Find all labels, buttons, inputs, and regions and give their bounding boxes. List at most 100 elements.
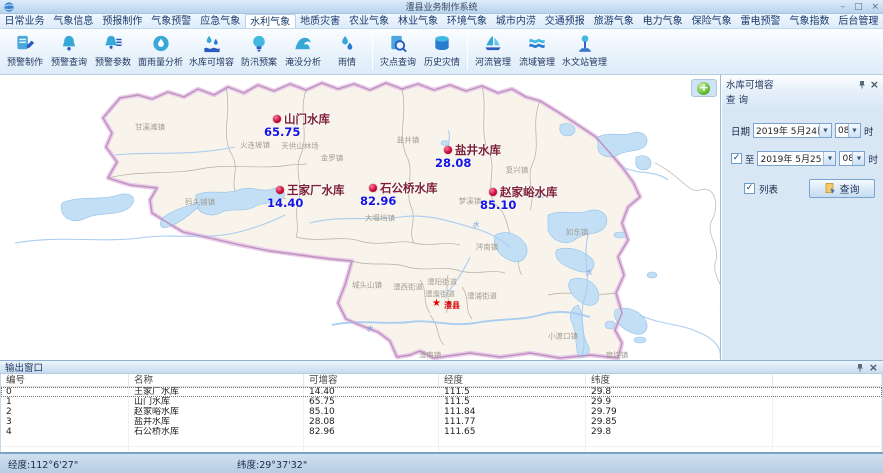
panel-tab-query[interactable]: 查 询 — [722, 91, 883, 109]
table-row[interactable]: 2赵家峪水库85.10111.8429.79 — [1, 407, 882, 417]
table-cell: 山门水库 — [129, 397, 304, 407]
menu-tab-18[interactable]: 后台管理 — [834, 14, 883, 28]
menu-tab-6[interactable]: 水利气象 — [245, 14, 296, 28]
menu-tab-16[interactable]: 雷电预警 — [736, 14, 785, 28]
column-header-2[interactable]: 名称 — [129, 374, 304, 386]
hour-from-dropdown[interactable]: 08 ▼ — [835, 123, 861, 138]
toolbar-button[interactable]: 河流管理 — [471, 30, 515, 73]
menu-tab-14[interactable]: 电力气象 — [638, 14, 687, 28]
column-header-4[interactable]: 经度 — [439, 374, 586, 386]
menu-tab-13[interactable]: 旅游气象 — [589, 14, 638, 28]
toolbar-button-label: 水库可增容 — [189, 55, 234, 68]
menu-tab-4[interactable]: 气象预警 — [147, 14, 196, 28]
status-latitude: 纬度:29°37'32" — [237, 457, 307, 471]
toolbar-button-label: 灾点查询 — [380, 55, 416, 68]
menu-tab-17[interactable]: 气象指数 — [785, 14, 834, 28]
toolbar-separator — [372, 33, 373, 70]
map-area[interactable]: 水水水 甘溪滩镇火连坡镇天供山林场金罗镇盐井镇复兴镇码头铺镇梦溪镇大堰垱镇如东镇… — [0, 75, 721, 360]
alert-edit-icon — [14, 32, 36, 54]
toolbar-button[interactable]: 历史灾情 — [420, 30, 464, 73]
reservoir-marker-icon[interactable] — [369, 184, 377, 192]
menu-tab-12[interactable]: 交通预报 — [540, 14, 589, 28]
town-label: 城头山镇 — [352, 280, 382, 291]
reservoir-value-label: 82.96 — [360, 194, 396, 208]
table-cell: 赵家峪水库 — [129, 407, 304, 417]
ribbon-toolbar: 预警制作预警查询预警参数面雨量分析水库可增容防汛预案淹没分析雨情灾点查询历史灾情… — [0, 29, 883, 75]
toolbar-button[interactable]: 流域管理 — [515, 30, 559, 73]
table-row[interactable]: 3盐井水库28.08111.7729.85 — [1, 417, 882, 427]
column-header-5[interactable]: 纬度 — [586, 374, 773, 386]
column-header-3[interactable]: 可增容 — [304, 374, 439, 386]
menu-tab-3[interactable]: 预报制作 — [98, 14, 147, 28]
maximize-button[interactable]: □ — [854, 2, 863, 12]
table-row[interactable]: 0王家厂水库14.40111.529.8 — [1, 387, 882, 397]
column-header-1[interactable]: 编号 — [1, 374, 129, 386]
reservoir-marker-icon[interactable] — [273, 115, 281, 123]
town-label: 澧阳街道 — [427, 277, 457, 288]
status-longitude: 经度:112°6'27" — [8, 457, 237, 471]
toolbar-button[interactable]: 面雨量分析 — [135, 30, 186, 73]
pin-icon[interactable] — [858, 80, 866, 89]
table-cell: 4 — [1, 427, 129, 437]
panel-close-icon[interactable]: × — [870, 80, 879, 89]
table-header: 编号名称可增容经度纬度 — [1, 374, 882, 387]
pin-icon[interactable] — [856, 363, 864, 372]
table-cell: 29.9 — [586, 397, 773, 407]
to-checkbox[interactable]: ✓ — [731, 153, 742, 164]
toolbar-button-label: 流域管理 — [519, 55, 555, 68]
minimize-button[interactable]: – — [840, 2, 845, 12]
toolbar-button[interactable]: 防汛预案 — [237, 30, 281, 73]
reservoir-marker-icon[interactable] — [276, 186, 284, 194]
toolbar-button[interactable]: 预警制作 — [3, 30, 47, 73]
to-label: 至 — [745, 152, 755, 166]
hour-unit-label: 时 — [868, 152, 878, 166]
reservoir-icon — [201, 32, 223, 54]
chevron-down-icon[interactable]: ▼ — [852, 152, 864, 165]
date-to-dropdown[interactable]: 2019年 5月25日 ▼ — [757, 151, 836, 166]
menu-tab-7[interactable]: 地质灾害 — [296, 14, 345, 28]
menu-tab-8[interactable]: 农业气象 — [345, 14, 394, 28]
hydro-station-icon — [574, 32, 596, 54]
date-from-dropdown[interactable]: 2019年 5月24日 ▼ — [753, 123, 832, 138]
map-zoom-button[interactable]: + — [691, 79, 717, 97]
toolbar-button[interactable]: 预警查询 — [47, 30, 91, 73]
zoom-plus-icon[interactable]: + — [697, 82, 710, 95]
menu-tab-5[interactable]: 应急气象 — [196, 14, 245, 28]
menu-tab-15[interactable]: 保险气象 — [687, 14, 736, 28]
output-close-icon[interactable]: × — [869, 363, 878, 372]
menu-tab-1[interactable]: 日常业务 — [0, 14, 49, 28]
reservoir-marker-icon[interactable] — [444, 146, 452, 154]
town-label: 火连坡镇 — [240, 140, 270, 151]
toolbar-separator — [467, 33, 468, 70]
menu-tab-10[interactable]: 环境气象 — [442, 14, 491, 28]
toolbar-button-label: 水文站管理 — [562, 55, 607, 68]
table-cell: 28.08 — [304, 417, 439, 427]
toolbar-button[interactable]: 水库可增容 — [186, 30, 237, 73]
toolbar-button[interactable]: 灾点查询 — [376, 30, 420, 73]
query-button[interactable]: 查询 — [809, 179, 875, 198]
submerge-icon — [292, 32, 314, 54]
menu-tab-11[interactable]: 城市内涝 — [491, 14, 540, 28]
table-cell: 85.10 — [304, 407, 439, 417]
toolbar-button[interactable]: 水文站管理 — [559, 30, 610, 73]
menu-tab-9[interactable]: 林业气象 — [394, 14, 443, 28]
close-button[interactable]: × — [871, 2, 879, 12]
toolbar-button[interactable]: 预警参数 — [91, 30, 135, 73]
table-row[interactable]: 1山门水库65.75111.529.9 — [1, 397, 882, 407]
reservoir-marker-icon[interactable] — [489, 188, 497, 196]
chevron-down-icon[interactable]: ▼ — [848, 124, 860, 137]
table-row[interactable]: 4石公桥水库82.96111.6529.8 — [1, 427, 882, 437]
toolbar-button[interactable]: 雨情 — [325, 30, 369, 73]
status-bar: 经度:112°6'27" 纬度:29°37'32" — [0, 452, 883, 473]
list-checkbox[interactable]: ✓ — [744, 183, 755, 194]
menu-tab-2[interactable]: 气象信息 — [49, 14, 98, 28]
town-label: 甘溪滩镇 — [135, 122, 165, 133]
toolbar-button[interactable]: 淹没分析 — [281, 30, 325, 73]
chevron-down-icon[interactable]: ▼ — [819, 124, 831, 137]
flood-plan-icon — [248, 32, 270, 54]
town-label: 澧浦街道 — [467, 291, 497, 302]
output-title: 输出窗口 — [5, 360, 43, 374]
table-cell: 1 — [1, 397, 129, 407]
hour-to-dropdown[interactable]: 08 ▼ — [839, 151, 865, 166]
chevron-down-icon[interactable]: ▼ — [823, 152, 835, 165]
